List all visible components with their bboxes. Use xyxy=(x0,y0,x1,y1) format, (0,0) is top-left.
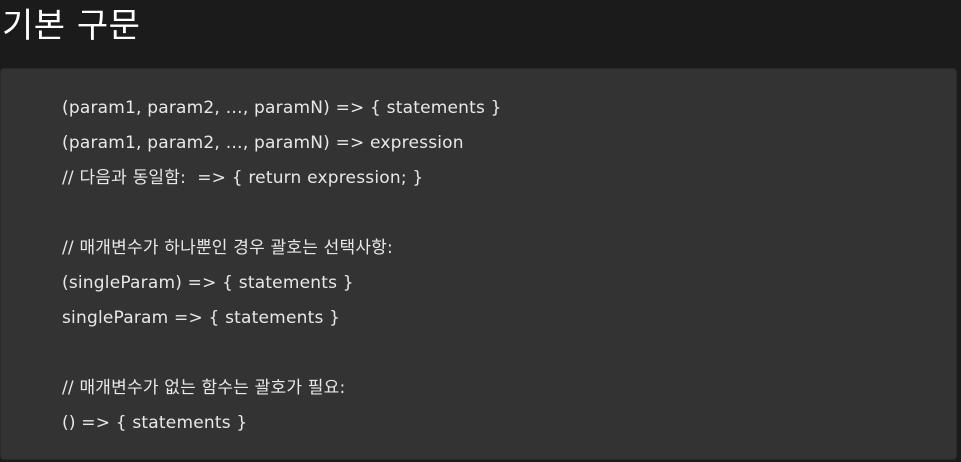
code-lines: (param1, param2, …, paramN) => { stateme… xyxy=(62,91,502,441)
code-line: // 매개변수가 하나뿐인 경우 괄호는 선택사항: xyxy=(62,238,393,258)
code-line: () => { statements } xyxy=(62,413,248,433)
code-line: (singleParam) => { statements } xyxy=(62,273,354,293)
code-block: (param1, param2, …, paramN) => { stateme… xyxy=(0,68,957,460)
page-title: 기본 구문 xyxy=(2,6,141,46)
code-line: singleParam => { statements } xyxy=(62,308,341,328)
code-line: (param1, param2, …, paramN) => expressio… xyxy=(62,133,464,153)
code-line: (param1, param2, …, paramN) => { stateme… xyxy=(62,98,502,118)
code-line-blank xyxy=(62,196,502,231)
code-line: // 다음과 동일함: => { return expression; } xyxy=(62,168,424,188)
code-line: // 매개변수가 없는 함수는 괄호가 필요: xyxy=(62,378,346,398)
code-line-blank xyxy=(62,336,502,371)
